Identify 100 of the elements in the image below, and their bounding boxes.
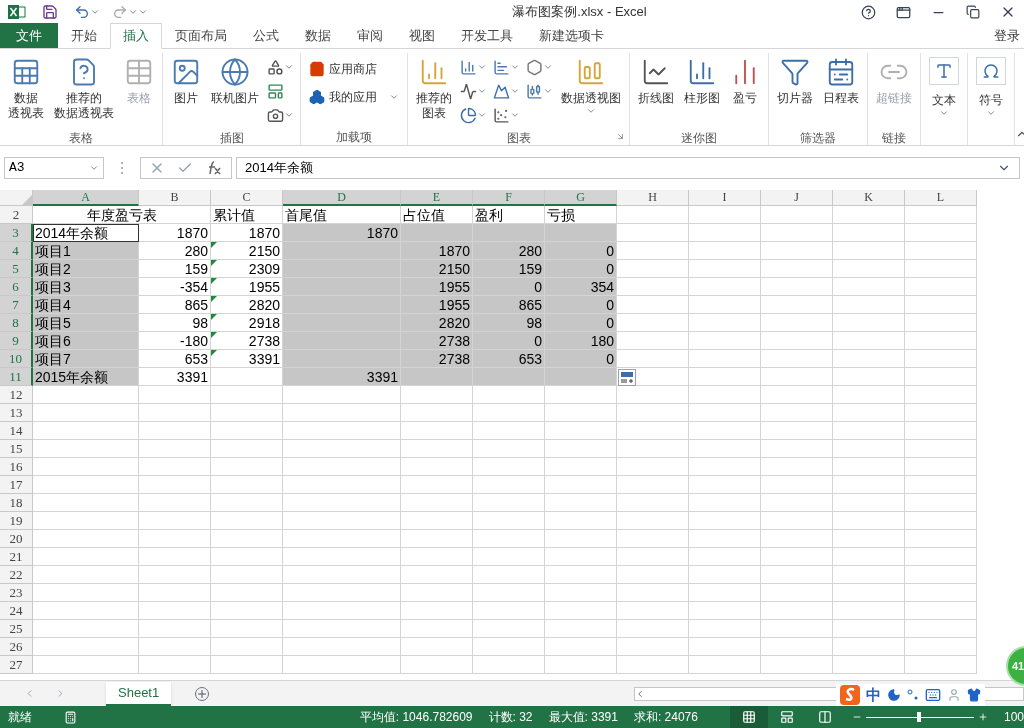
table-cell <box>139 386 211 404</box>
table-cell: 3391 <box>211 350 283 368</box>
row-header[interactable]: 11 <box>0 368 33 386</box>
ribbon-display-icon[interactable] <box>896 4 911 20</box>
dialog-launcher-icon[interactable] <box>616 132 625 141</box>
column-header[interactable]: K <box>833 190 905 206</box>
table-cell: 项目3 <box>33 278 139 296</box>
table-cell <box>833 242 905 260</box>
table-cell <box>689 602 761 620</box>
column-header[interactable]: L <box>905 190 977 206</box>
save-icon[interactable] <box>42 4 58 20</box>
ribbon-button[interactable]: 联机图片 <box>207 53 263 129</box>
column-header[interactable]: H <box>617 190 689 206</box>
row-header[interactable]: 25 <box>0 620 33 638</box>
ribbon-button[interactable]: 数据透视图 <box>557 53 625 129</box>
ribbon-button[interactable]: 文本 <box>925 53 963 129</box>
ribbon-button[interactable]: 数据 透视表 <box>4 53 48 129</box>
shirt-icon[interactable] <box>967 688 981 702</box>
bar-chart-icon <box>493 58 510 76</box>
row-header[interactable]: 5 <box>0 260 33 278</box>
table-cell: 0 <box>545 242 617 260</box>
row-header[interactable]: 2 <box>0 206 33 224</box>
ribbon-tab[interactable]: 数据 <box>292 23 344 48</box>
row-header[interactable]: 18 <box>0 494 33 512</box>
row-header[interactable]: 16 <box>0 458 33 476</box>
ribbon-tab[interactable]: 页面布局 <box>162 23 240 48</box>
row-header[interactable]: 7 <box>0 296 33 314</box>
help-icon[interactable] <box>861 4 876 20</box>
restore-icon[interactable] <box>966 5 980 19</box>
macro-record-icon[interactable] <box>64 710 77 724</box>
ribbon-tab[interactable]: 新建选项卡 <box>526 23 617 48</box>
column-header[interactable]: D <box>283 190 401 206</box>
row-header[interactable]: 14 <box>0 422 33 440</box>
column-header[interactable]: E <box>401 190 473 206</box>
scroll-left-icon[interactable] <box>635 688 645 699</box>
column-header[interactable]: C <box>211 190 283 206</box>
ribbon-tab[interactable]: 开发工具 <box>448 23 526 48</box>
ribbon-button[interactable]: 符号 <box>972 53 1010 129</box>
ribbon-button[interactable]: 切片器 <box>773 53 817 129</box>
column-header[interactable]: B <box>139 190 211 206</box>
column-header[interactable]: F <box>473 190 545 206</box>
ribbon-button[interactable]: 盈亏 <box>726 53 764 129</box>
column-header[interactable]: J <box>761 190 833 206</box>
column-header[interactable]: I <box>689 190 761 206</box>
row-header[interactable]: 27 <box>0 656 33 674</box>
row-header[interactable]: 9 <box>0 332 33 350</box>
row-header[interactable]: 22 <box>0 566 33 584</box>
row-header[interactable]: 3 <box>0 224 33 242</box>
zoom-in-icon[interactable] <box>977 712 988 722</box>
table-cell <box>689 638 761 656</box>
row-header[interactable]: 15 <box>0 440 33 458</box>
ribbon-tab[interactable]: 公式 <box>240 23 292 48</box>
ribbon-button[interactable]: 推荐的 数据透视表 <box>50 53 118 129</box>
row-header[interactable]: 21 <box>0 548 33 566</box>
row-header[interactable]: 24 <box>0 602 33 620</box>
ribbon-button[interactable]: 我的应用 <box>305 83 403 111</box>
table-cell <box>139 422 211 440</box>
table-cell <box>211 404 283 422</box>
column-header[interactable]: G <box>545 190 617 206</box>
table-cell <box>689 656 761 674</box>
undo-icon[interactable] <box>74 4 90 20</box>
row-header[interactable]: 13 <box>0 404 33 422</box>
row-header[interactable]: 20 <box>0 530 33 548</box>
quick-analysis-icon[interactable] <box>618 369 636 386</box>
zoom-slider[interactable] <box>865 710 974 724</box>
ribbon-tab[interactable]: 开始 <box>58 23 110 48</box>
table-cell <box>689 314 761 332</box>
row-header[interactable]: 4 <box>0 242 33 260</box>
ribbon-button[interactable]: 折线图 <box>634 53 678 129</box>
keyboard-icon[interactable] <box>925 687 941 703</box>
row-header[interactable]: 10 <box>0 350 33 368</box>
row-header[interactable]: 17 <box>0 476 33 494</box>
row-header[interactable]: 23 <box>0 584 33 602</box>
normal-view-icon[interactable] <box>729 706 768 728</box>
table-cell <box>689 242 761 260</box>
ribbon-tab[interactable]: 视图 <box>396 23 448 48</box>
row-header[interactable]: 6 <box>0 278 33 296</box>
sheet-tab[interactable]: Sheet1 <box>106 681 172 706</box>
file-tab[interactable]: 文件 <box>0 23 58 48</box>
sign-in-link[interactable]: 登录 <box>994 26 1024 46</box>
table-cell: 653 <box>139 350 211 368</box>
table-cell <box>139 530 211 548</box>
zoom-level[interactable]: 100 <box>1003 708 1024 726</box>
ribbon-button[interactable]: 柱形图 <box>680 53 724 129</box>
name-box[interactable]: A3 <box>4 157 104 179</box>
row-header[interactable]: 19 <box>0 512 33 530</box>
moon-icon[interactable] <box>887 688 901 702</box>
ribbon-button[interactable]: 图片 <box>167 53 205 129</box>
input-mode[interactable]: 中 <box>866 683 881 707</box>
ribbon-tab[interactable]: 审阅 <box>344 23 396 48</box>
row-header[interactable]: 12 <box>0 386 33 404</box>
ribbon-button[interactable]: 推荐的 图表 <box>412 53 456 129</box>
row-header[interactable]: 26 <box>0 638 33 656</box>
row-header[interactable]: 8 <box>0 314 33 332</box>
ribbon-tab[interactable]: 插入 <box>110 23 162 49</box>
column-header[interactable]: A <box>33 190 139 206</box>
ribbon-button[interactable]: 日程表 <box>819 53 863 129</box>
formula-field[interactable]: 2014年余额 <box>236 157 1020 179</box>
punctuation-icon[interactable] <box>907 689 919 701</box>
ribbon-button[interactable]: 应用商店 <box>305 55 403 83</box>
